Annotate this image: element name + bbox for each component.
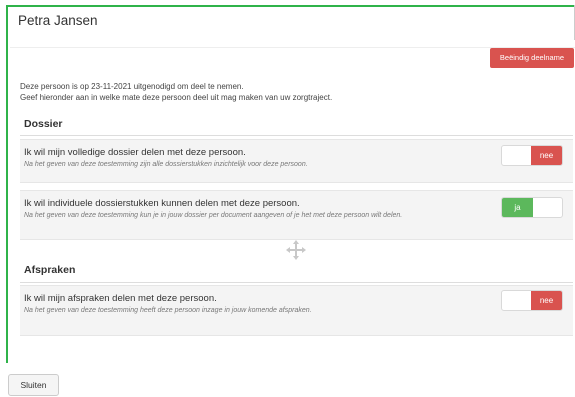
- section-title-afspraken: Afspraken: [24, 264, 76, 276]
- toggle-off-label: nee: [531, 146, 562, 165]
- appointments-toggle[interactable]: nee: [501, 290, 563, 311]
- permission-title: Ik wil mijn afspraken delen met deze per…: [24, 293, 217, 304]
- permission-row-full-dossier: Ik wil mijn volledige dossier delen met …: [20, 139, 573, 183]
- section-divider: [20, 282, 573, 283]
- section-title-dossier: Dossier: [24, 118, 63, 130]
- permission-row-appointments: Ik wil mijn afspraken delen met deze per…: [20, 285, 573, 336]
- move-cursor-icon: [286, 240, 306, 260]
- close-button[interactable]: Sluiten: [8, 374, 59, 396]
- individual-documents-toggle[interactable]: ja: [501, 197, 563, 218]
- permission-title: Ik wil mijn volledige dossier delen met …: [24, 147, 246, 158]
- permission-description: Na het geven van deze toestemming zijn a…: [24, 161, 308, 168]
- intro-instruction: Geef hieronder aan in welke mate deze pe…: [20, 93, 333, 102]
- intro-invited-date: Deze persoon is op 23-11-2021 uitgenodig…: [20, 82, 244, 91]
- permission-row-individual-documents: Ik wil individuele dossierstukken kunnen…: [20, 190, 573, 240]
- full-dossier-toggle[interactable]: nee: [501, 145, 563, 166]
- permission-title: Ik wil individuele dossierstukken kunnen…: [24, 198, 300, 209]
- intro-text: Deze persoon is op 23-11-2021 uitgenodig…: [20, 81, 332, 103]
- toggle-on-label: ja: [502, 198, 533, 217]
- toggle-off-label: nee: [531, 291, 562, 310]
- dialog-title: Petra Jansen: [18, 13, 98, 28]
- section-divider: [20, 135, 573, 136]
- end-participation-button[interactable]: Beëindig deelname: [490, 48, 574, 68]
- permission-description: Na het geven van deze toestemming kun je…: [24, 212, 403, 219]
- permission-description: Na het geven van deze toestemming heeft …: [24, 307, 312, 314]
